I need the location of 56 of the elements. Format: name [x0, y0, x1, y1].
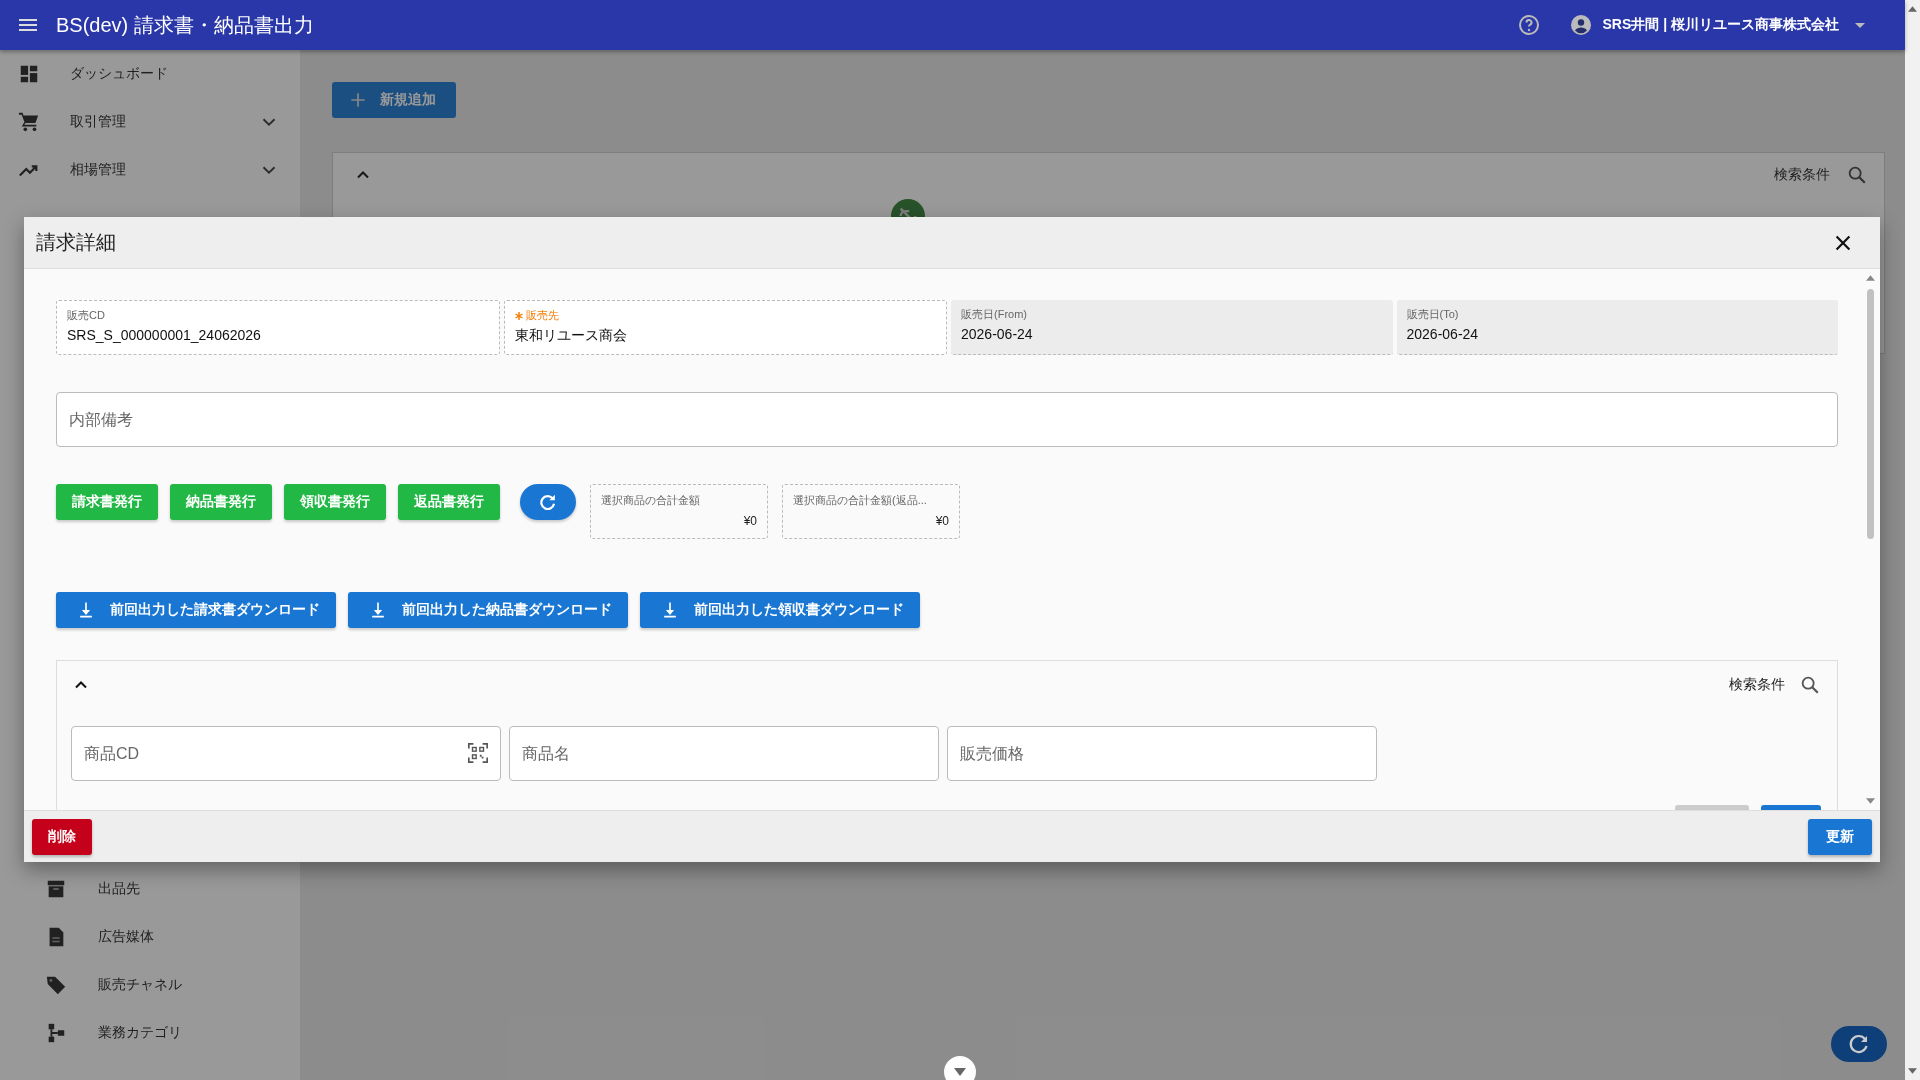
filter-title: 検索条件 [1729, 676, 1785, 694]
field-value: 東和リユース商会 [514, 327, 628, 345]
form-field[interactable]: 販売CD SRS_S_000000001_24062026 [56, 300, 500, 355]
scroll-thumb[interactable] [1866, 289, 1874, 539]
field-label: 販売先 [525, 308, 559, 323]
download-button[interactable]: 前回出力した領収書ダウンロード [640, 592, 920, 628]
search-icon[interactable] [1799, 674, 1821, 696]
qr-code-icon[interactable] [467, 742, 489, 764]
account-icon[interactable] [1568, 13, 1593, 37]
sidebar-item[interactable]: ダッシュボード [0, 50, 300, 98]
caret-icon[interactable] [1855, 22, 1865, 28]
sidebar-item[interactable]: 広告媒体 [0, 913, 300, 961]
sidebar-item[interactable]: 取引管理 [0, 98, 300, 146]
add-button[interactable]: 新規追加 [332, 82, 456, 118]
search-icon[interactable] [1846, 164, 1868, 186]
search-panel-title: 検索条件 [1774, 166, 1830, 184]
dialog-title: 請求詳細 [36, 230, 116, 255]
field-label: 販売日(To) [1406, 307, 1459, 322]
field-value: ¥0 [934, 514, 949, 528]
help-icon[interactable] [1516, 13, 1541, 37]
app-title: BS(dev) 請求書・納品書出力 [56, 12, 314, 38]
delete-button[interactable]: 削除 [32, 818, 92, 855]
refresh-button[interactable] [1831, 1026, 1887, 1062]
field-value: SRS_S_000000001_24062026 [67, 327, 262, 343]
sidebar-item[interactable]: 業務カテゴリ [0, 1009, 300, 1057]
cart-icon [18, 111, 40, 133]
sidebar-item[interactable]: 相場管理 [0, 146, 300, 194]
tag-icon [45, 974, 67, 996]
scroll-up-icon[interactable] [1865, 275, 1875, 281]
field-label: 販売CD [67, 308, 105, 323]
update-button[interactable]: 更新 [1808, 818, 1872, 855]
field-label: 選択商品の合計金額(返品... [793, 493, 928, 508]
dashboard-icon [18, 63, 40, 85]
scroll-up-icon[interactable] [1908, 6, 1917, 12]
search-field[interactable]: 商品CD [71, 726, 501, 781]
refresh-button[interactable] [520, 484, 576, 520]
form-field[interactable]: 販売先 東和リユース商会 [503, 300, 947, 355]
user-name[interactable]: SRS井間 | 桜川リユース商事株式会社 [1602, 16, 1839, 34]
field-value: 2026-06-24 [961, 326, 1034, 342]
download-button[interactable]: 前回出力した納品書ダウンロード [348, 592, 628, 628]
scroll-down-icon[interactable] [1908, 1068, 1917, 1074]
search-field[interactable]: 商品名 [509, 726, 939, 781]
scroll-down-icon[interactable] [1865, 798, 1875, 804]
page-scrollbar[interactable] [1905, 0, 1920, 1080]
sidebar-item[interactable]: 出品先 [0, 865, 300, 913]
scroll-down-button[interactable] [944, 1056, 976, 1080]
field-value: ¥0 [742, 514, 757, 528]
field-label: 販売日(From) [961, 307, 1027, 322]
search-field[interactable]: 販売価格 [947, 726, 1377, 781]
download-button[interactable]: 前回出力した請求書ダウンロード [56, 592, 336, 628]
memo-field[interactable]: 内部備考 [56, 392, 1838, 447]
field-label: 選択商品の合計金額 [601, 493, 701, 508]
sidebar-item[interactable]: 販売チャネル [0, 961, 300, 1009]
field-value: 2026-06-24 [1406, 326, 1480, 342]
plus-icon [348, 90, 368, 110]
archive-box-icon [45, 878, 67, 900]
